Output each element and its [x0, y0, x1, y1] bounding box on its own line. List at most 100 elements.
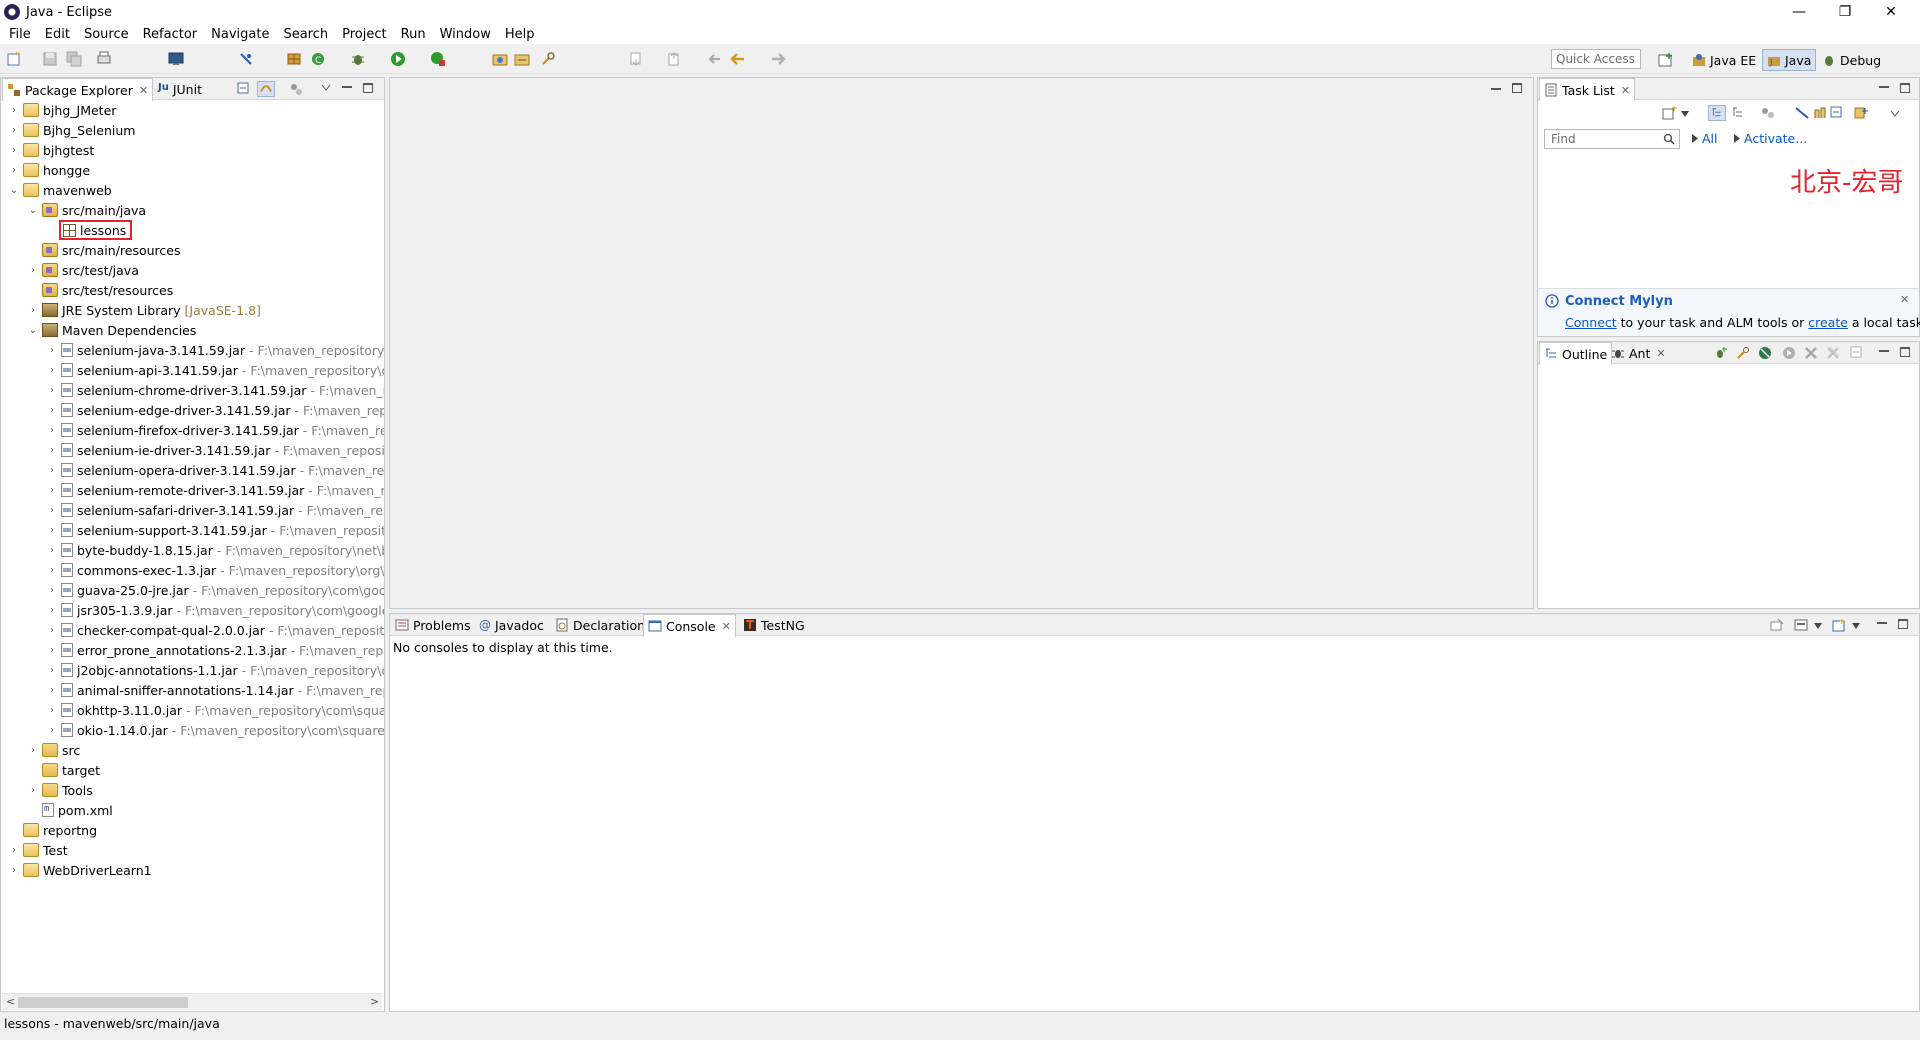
- collapsed-twisty-icon[interactable]: ›: [7, 865, 21, 876]
- menu-file[interactable]: File: [2, 27, 38, 42]
- display-selected-console-icon[interactable]: [1794, 618, 1808, 632]
- run-target-icon[interactable]: [1782, 346, 1796, 360]
- tree-item[interactable]: › src: [1, 740, 80, 760]
- menu-edit[interactable]: Edit: [38, 27, 77, 42]
- view-menu-icon[interactable]: [321, 84, 331, 92]
- mylyn-create-link[interactable]: create: [1808, 315, 1848, 330]
- tab-package-explorer[interactable]: Package Explorer ✕: [2, 78, 154, 101]
- expanded-twisty-icon[interactable]: ⌄: [26, 325, 40, 336]
- minimize-view-icon[interactable]: [1878, 346, 1890, 358]
- scrollbar-thumb[interactable]: [18, 997, 188, 1008]
- tree-item[interactable]: › animal-sniffer-annotations-1.14.jar - F:…: [1, 680, 384, 700]
- terminal-icon[interactable]: [168, 51, 184, 67]
- remove-all-icon[interactable]: [1826, 346, 1840, 360]
- collapsed-twisty-icon[interactable]: ›: [45, 425, 59, 436]
- editor-maximize-icon[interactable]: [1512, 83, 1522, 93]
- close-icon[interactable]: ✕: [1900, 293, 1909, 306]
- focus-workweek-icon[interactable]: [1760, 106, 1776, 120]
- menu-project[interactable]: Project: [335, 27, 393, 42]
- close-button[interactable]: ✕: [1868, 0, 1914, 24]
- tree-item[interactable]: › selenium-firefox-driver-3.141.59.jar - F…: [1, 420, 384, 440]
- perspective-java-ee[interactable]: Java EE: [1688, 49, 1760, 71]
- collapse-all-icon[interactable]: [1830, 106, 1846, 120]
- menu-run[interactable]: Run: [394, 27, 433, 42]
- collapsed-twisty-icon[interactable]: ›: [26, 745, 40, 756]
- maximize-view-icon[interactable]: [1900, 83, 1910, 93]
- tab-problems[interactable]: Problems: [391, 614, 475, 636]
- tree-item[interactable]: › Tools: [1, 780, 93, 800]
- collapsed-twisty-icon[interactable]: ›: [26, 265, 40, 276]
- pin-console-icon[interactable]: [1770, 618, 1784, 632]
- tab-outline[interactable]: Outline: [1539, 342, 1613, 365]
- tree-item[interactable]: src/main/resources: [1, 240, 180, 260]
- open-console-dropdown-icon[interactable]: [1852, 623, 1860, 629]
- collapsed-twisty-icon[interactable]: ›: [45, 525, 59, 536]
- forward-icon[interactable]: [770, 51, 786, 67]
- link-with-editor-icon[interactable]: [1854, 106, 1870, 120]
- tree-item[interactable]: › selenium-support-3.141.59.jar - F:\maven…: [1, 520, 384, 540]
- minimize-button[interactable]: —: [1776, 0, 1822, 24]
- collapsed-twisty-icon[interactable]: ›: [45, 345, 59, 356]
- new-task-dropdown-icon[interactable]: [1681, 111, 1689, 117]
- tree-item[interactable]: › selenium-edge-driver-3.141.59.jar - F:\m…: [1, 400, 384, 420]
- tree-item[interactable]: › error_prone_annotations-2.1.3.jar - F:\m…: [1, 640, 384, 660]
- coverage-icon[interactable]: [430, 51, 446, 67]
- restore-button[interactable]: ❐: [1822, 0, 1868, 24]
- collapsed-twisty-icon[interactable]: ›: [45, 365, 59, 376]
- tree-item[interactable]: › selenium-api-3.141.59.jar - F:\maven_rep…: [1, 360, 384, 380]
- search-icon[interactable]: [1663, 133, 1675, 145]
- display-console-dropdown-icon[interactable]: [1814, 623, 1822, 629]
- tree-item[interactable]: › JRE System Library [JavaSE-1.8]: [1, 300, 261, 320]
- selected-highlight-box[interactable]: lessons: [59, 220, 133, 240]
- horizontal-scrollbar[interactable]: < >: [2, 993, 382, 1010]
- tree-item[interactable]: › hongge: [1, 160, 90, 180]
- hide-internal-targets-icon[interactable]: [1758, 346, 1772, 360]
- tree-item[interactable]: lessons: [1, 220, 133, 240]
- tab-testng[interactable]: TestNG: [739, 614, 809, 636]
- menu-window[interactable]: Window: [433, 27, 498, 42]
- collapsed-twisty-icon[interactable]: ›: [7, 845, 21, 856]
- new-java-class-icon[interactable]: C: [310, 51, 326, 67]
- collapsed-twisty-icon[interactable]: ›: [45, 505, 59, 516]
- collapsed-twisty-icon[interactable]: ›: [45, 605, 59, 616]
- quick-access-input[interactable]: Quick Access: [1551, 49, 1641, 69]
- menu-refactor[interactable]: Refactor: [136, 27, 205, 42]
- mylyn-connect-link[interactable]: Connect: [1565, 315, 1617, 330]
- synchronize-icon[interactable]: [1812, 106, 1828, 120]
- tree-item[interactable]: › Test: [1, 840, 68, 860]
- collapsed-twisty-icon[interactable]: ›: [7, 125, 21, 136]
- close-icon[interactable]: ✕: [1656, 347, 1665, 360]
- view-menu-icon[interactable]: [1890, 110, 1900, 118]
- open-type-icon[interactable]: [492, 51, 508, 67]
- collapsed-twisty-icon[interactable]: ›: [45, 385, 59, 396]
- open-perspective-icon[interactable]: [1658, 52, 1674, 68]
- minimize-view-icon[interactable]: [341, 82, 353, 94]
- scroll-left-icon[interactable]: <: [6, 995, 15, 1008]
- collapsed-twisty-icon[interactable]: ›: [7, 145, 21, 156]
- new-task-icon[interactable]: [1662, 106, 1678, 120]
- tree-item[interactable]: › selenium-chrome-driver-3.141.59.jar - F:…: [1, 380, 384, 400]
- save-icon[interactable]: [42, 51, 58, 67]
- collapsed-twisty-icon[interactable]: ›: [45, 645, 59, 656]
- tab-junit[interactable]: Ju JUnit: [154, 78, 206, 100]
- remove-icon[interactable]: [1804, 346, 1818, 360]
- collapsed-twisty-icon[interactable]: ›: [26, 785, 40, 796]
- collapsed-twisty-icon[interactable]: ›: [45, 705, 59, 716]
- collapsed-twisty-icon[interactable]: ›: [45, 625, 59, 636]
- tab-javadoc[interactable]: @ Javadoc: [475, 614, 548, 636]
- menu-navigate[interactable]: Navigate: [204, 27, 276, 42]
- expanded-twisty-icon[interactable]: ⌄: [26, 205, 40, 216]
- tab-declaration[interactable]: Declaration: [551, 614, 649, 636]
- previous-annotation-icon[interactable]: [666, 51, 682, 67]
- tree-item[interactable]: › selenium-safari-driver-3.141.59.jar - F:…: [1, 500, 384, 520]
- new-icon[interactable]: [6, 51, 22, 67]
- search-buildfile-icon[interactable]: [1736, 346, 1750, 360]
- tab-console[interactable]: Console ✕: [643, 614, 736, 637]
- menu-search[interactable]: Search: [276, 27, 335, 42]
- new-java-package-icon[interactable]: [286, 51, 302, 67]
- tree-item[interactable]: reportng: [1, 820, 97, 840]
- menu-source[interactable]: Source: [77, 27, 136, 42]
- editor-minimize-icon[interactable]: [1490, 84, 1502, 96]
- tree-item[interactable]: › bjhg_JMeter: [1, 100, 116, 120]
- tree-item[interactable]: › Bjhg_Selenium: [1, 120, 135, 140]
